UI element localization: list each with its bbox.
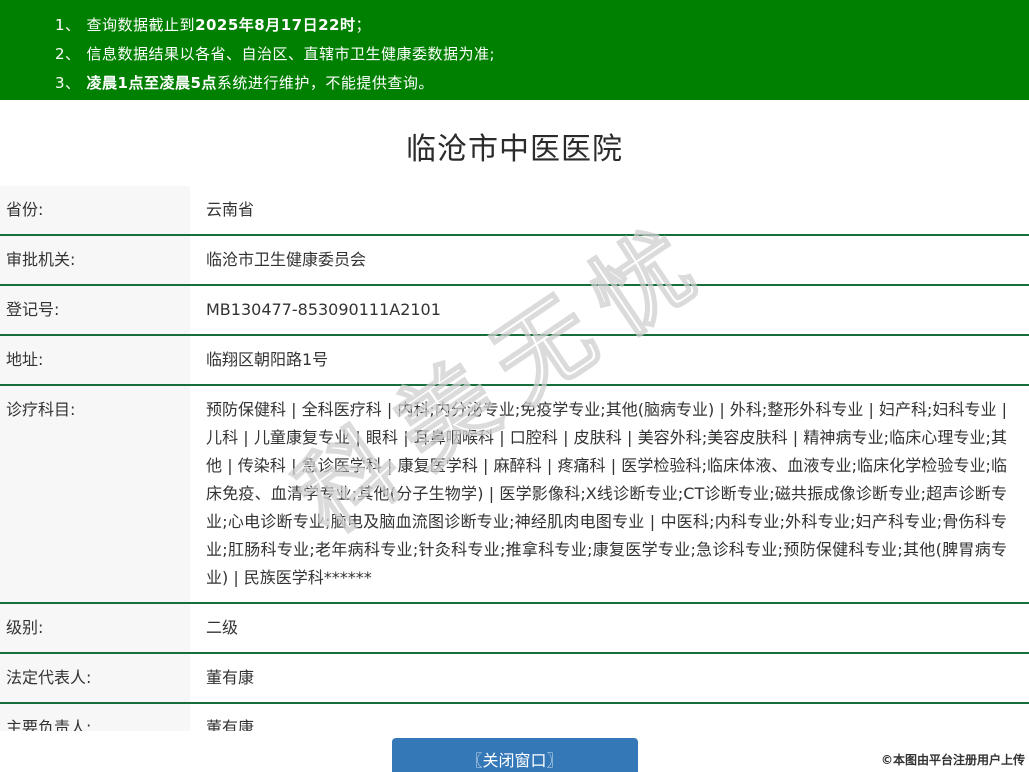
page-title: 临沧市中医医院 bbox=[406, 132, 623, 167]
notice-number: 2、 bbox=[55, 45, 81, 63]
row-value: 董有康 bbox=[206, 718, 255, 731]
notice-line-2: 2、 信息数据结果以各省、自治区、直辖市卫生健康委数据为准; bbox=[55, 40, 1029, 69]
table-row-legal-representative: 法定代表人: 董有康 bbox=[0, 654, 1029, 704]
table-row-registration-number: 登记号: MB130477-853090111A2101 bbox=[0, 286, 1029, 336]
row-value: 云南省 bbox=[206, 200, 255, 219]
table-row-level: 级别: 二级 bbox=[0, 604, 1029, 654]
info-table: 省份: 云南省 审批机关: 临沧市卫生健康委员会 登记号: MB130477-8… bbox=[0, 186, 1029, 731]
table-row-province: 省份: 云南省 bbox=[0, 186, 1029, 236]
notice-banner: 1、 查询数据截止到2025年8月17日22时； 2、 信息数据结果以各省、自治区、… bbox=[0, 0, 1029, 100]
row-value: 临沧市卫生健康委员会 bbox=[206, 250, 367, 269]
row-label: 地址: bbox=[0, 336, 190, 384]
row-value: 临翔区朝阳路1号 bbox=[206, 350, 329, 369]
notice-text: 查询数据截止到 bbox=[86, 16, 196, 34]
bottom-bar: 〖关闭窗口〗 bbox=[0, 738, 1029, 772]
row-value: 董有康 bbox=[206, 668, 255, 687]
row-label: 主要负责人: bbox=[0, 704, 190, 731]
row-label: 诊疗科目: bbox=[0, 386, 190, 602]
row-value: 二级 bbox=[206, 618, 239, 637]
close-window-button[interactable]: 〖关闭窗口〗 bbox=[391, 738, 638, 772]
table-row-main-person-in-charge: 主要负责人: 董有康 bbox=[0, 704, 1029, 731]
table-row-approval-authority: 审批机关: 临沧市卫生健康委员会 bbox=[0, 236, 1029, 286]
notice-number: 3、 bbox=[55, 74, 81, 92]
row-label: 登记号: bbox=[0, 286, 190, 334]
row-label: 审批机关: bbox=[0, 236, 190, 284]
notice-text: ； bbox=[355, 16, 372, 34]
notice-text-bold: 凌晨1点至凌晨5点 bbox=[86, 74, 217, 92]
row-value: 预防保健科 | 全科医疗科 | 内科;内分泌专业;免疫学专业;其他(脑病专业) … bbox=[206, 400, 1007, 587]
row-label: 省份: bbox=[0, 186, 190, 234]
row-label: 级别: bbox=[0, 604, 190, 652]
row-value: MB130477-853090111A2101 bbox=[206, 300, 441, 319]
table-row-medical-departments: 诊疗科目: 预防保健科 | 全科医疗科 | 内科;内分泌专业;免疫学专业;其他(… bbox=[0, 386, 1029, 604]
notice-number: 1、 bbox=[55, 16, 81, 34]
table-row-address: 地址: 临翔区朝阳路1号 bbox=[0, 336, 1029, 386]
notice-text: 信息数据结果以各省、自治区、直辖市卫生健康委数据为准; bbox=[86, 45, 496, 63]
notice-text: 系统进行维护，不能提供查询。 bbox=[216, 74, 434, 92]
copyright-note: ©本图由平台注册用户上传 bbox=[880, 753, 1025, 767]
notice-line-3: 3、 凌晨1点至凌晨5点系统进行维护，不能提供查询。 bbox=[55, 69, 1029, 98]
notice-text-bold: 2025年8月17日22时 bbox=[195, 16, 356, 34]
notice-line-1: 1、 查询数据截止到2025年8月17日22时； bbox=[55, 11, 1029, 40]
row-label: 法定代表人: bbox=[0, 654, 190, 702]
